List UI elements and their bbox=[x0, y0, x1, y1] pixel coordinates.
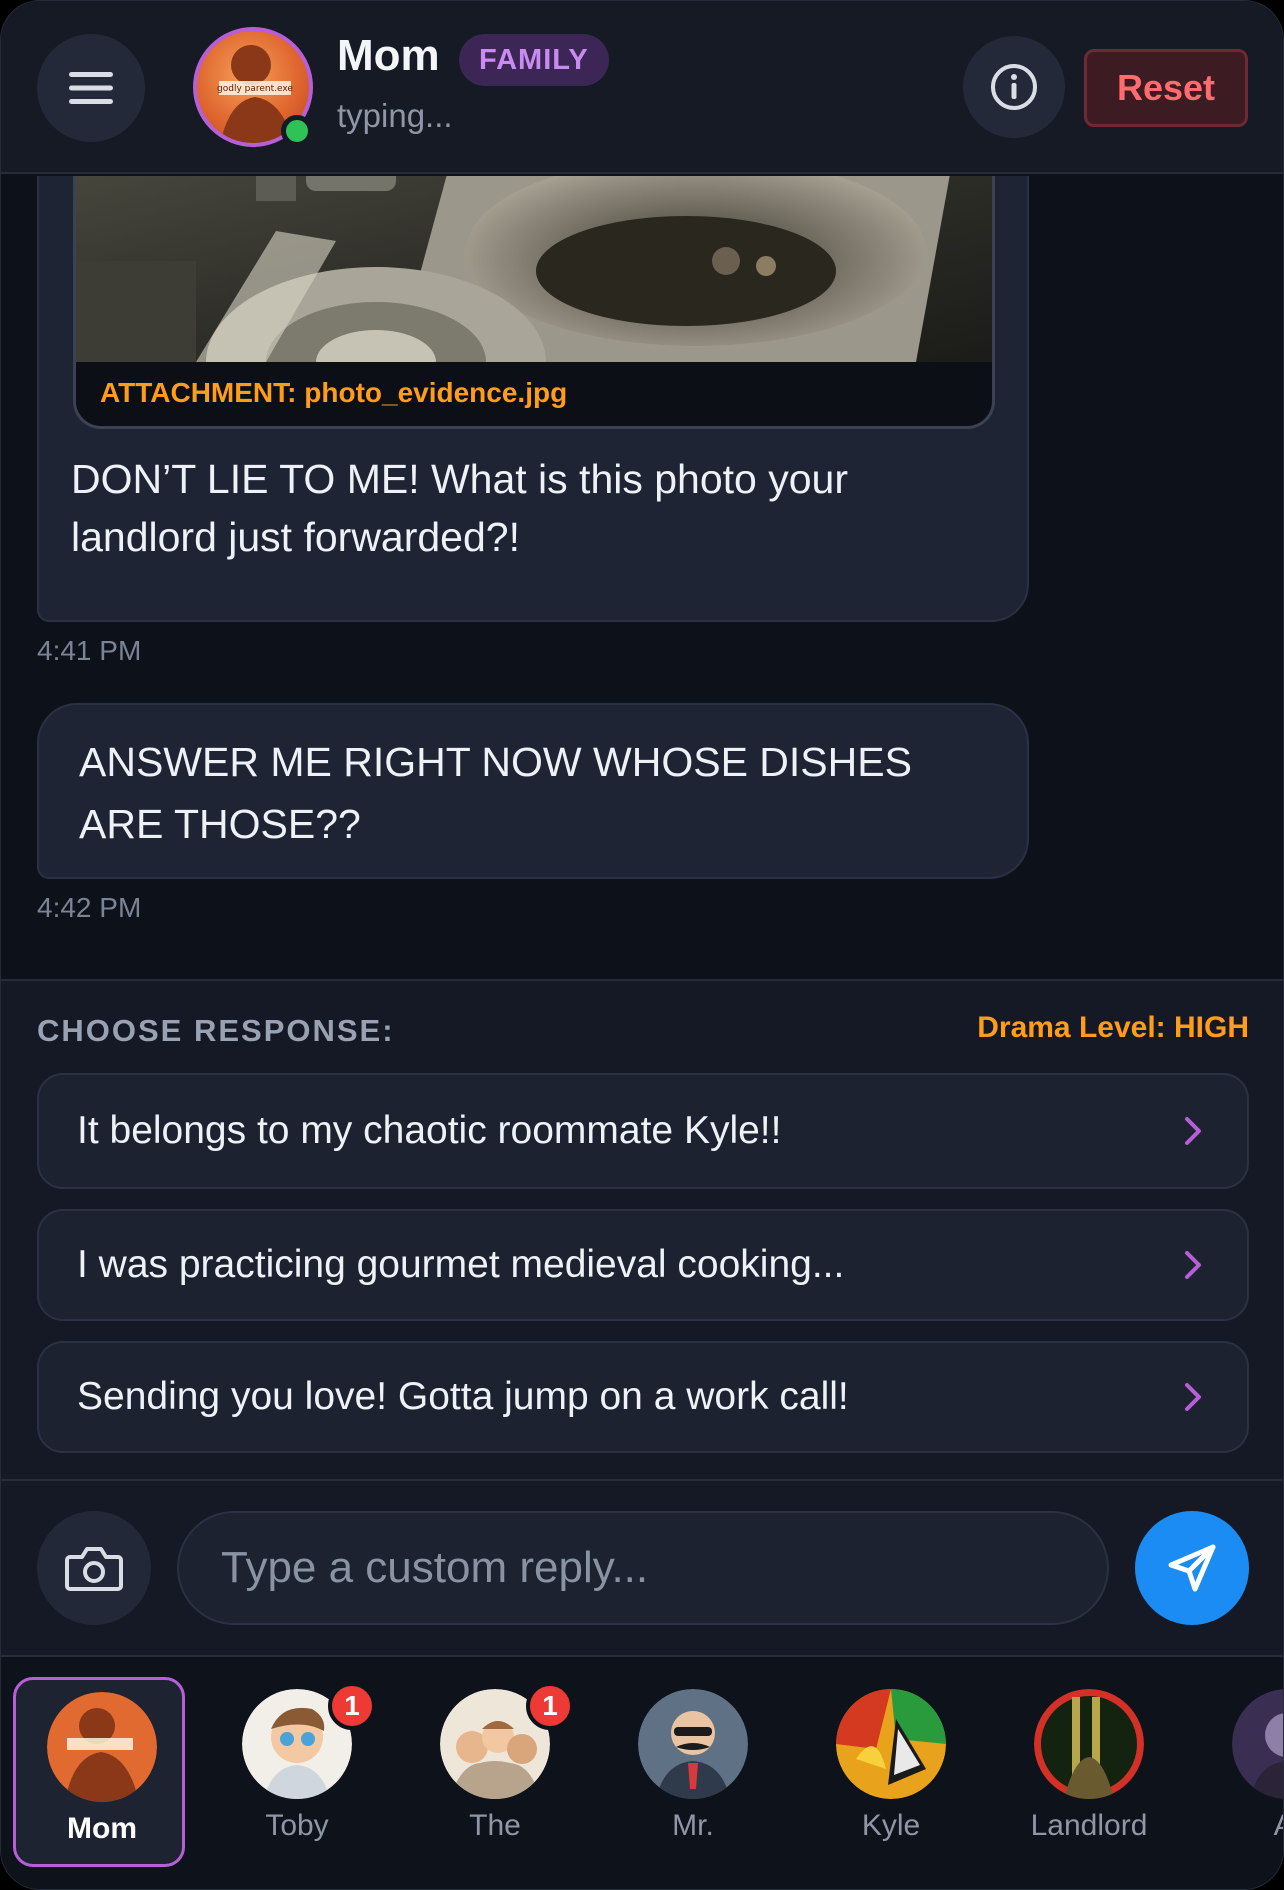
camera-icon bbox=[65, 1547, 123, 1591]
chevron-right-icon bbox=[1185, 1117, 1201, 1145]
unread-badge: 1 bbox=[526, 1682, 574, 1730]
hamburger-icon bbox=[69, 72, 113, 104]
contact-label: The bbox=[469, 1809, 521, 1842]
avatar bbox=[1232, 1689, 1283, 1799]
camera-button[interactable] bbox=[37, 1511, 151, 1625]
relationship-tag: FAMILY bbox=[459, 34, 609, 86]
chooser-title: CHOOSE RESPONSE: bbox=[37, 1013, 395, 1048]
avatar bbox=[47, 1692, 157, 1802]
contact-al[interactable]: Al bbox=[1201, 1677, 1283, 1867]
send-icon bbox=[1168, 1544, 1216, 1592]
contact-label: Mom bbox=[67, 1812, 137, 1845]
message-timestamp: 4:42 PM bbox=[37, 892, 142, 923]
contact-kyle[interactable]: Kyle bbox=[805, 1677, 977, 1867]
drama-level: Drama Level: HIGH bbox=[977, 1011, 1249, 1044]
chevron-right-icon bbox=[1185, 1383, 1201, 1411]
composer-bar bbox=[1, 1479, 1283, 1657]
contact-switcher[interactable]: Mom 1 Toby 1 The Mr. Kyle Landlord bbox=[1, 1657, 1283, 1889]
chat-app-screen: godly parent.exe Mom FAMILY typing... Re… bbox=[0, 0, 1284, 1890]
info-icon bbox=[991, 64, 1037, 110]
contact-label: Kyle bbox=[861, 1809, 921, 1842]
avatar bbox=[836, 1689, 946, 1799]
response-option[interactable]: It belongs to my chaotic roommate Kyle!! bbox=[37, 1073, 1249, 1189]
contact-name: Mom bbox=[337, 31, 440, 80]
incoming-message: ATTACHMENT: photo_evidence.jpg DON’T LIE… bbox=[37, 176, 1029, 622]
typing-status: typing... bbox=[337, 97, 453, 134]
send-button[interactable] bbox=[1135, 1511, 1249, 1625]
contact-toby[interactable]: 1 Toby bbox=[211, 1677, 383, 1867]
response-chooser: CHOOSE RESPONSE: Drama Level: HIGH It be… bbox=[1, 979, 1283, 1479]
message-text: ANSWER ME RIGHT NOW WHOSE DISHES ARE THO… bbox=[79, 739, 912, 847]
menu-button[interactable] bbox=[37, 34, 145, 142]
chevron-right-icon bbox=[1185, 1251, 1201, 1279]
online-status-dot bbox=[281, 115, 313, 147]
contact-label: Toby bbox=[265, 1809, 329, 1842]
message-text: DON’T LIE TO ME! What is this photo your… bbox=[71, 456, 848, 560]
avatar bbox=[1034, 1689, 1144, 1799]
contact-label: Landlord bbox=[1030, 1809, 1148, 1842]
message-timestamp: 4:41 PM bbox=[37, 635, 142, 666]
unread-badge: 1 bbox=[328, 1682, 376, 1730]
attachment-photo bbox=[76, 176, 992, 362]
avatar-caption: godly parent.exe bbox=[217, 84, 293, 94]
contact-mom[interactable]: Mom bbox=[13, 1677, 185, 1867]
incoming-message: ANSWER ME RIGHT NOW WHOSE DISHES ARE THO… bbox=[37, 703, 1029, 879]
contact-label: Al bbox=[1201, 1809, 1283, 1843]
info-button[interactable] bbox=[963, 36, 1065, 138]
chat-header: godly parent.exe Mom FAMILY typing... Re… bbox=[1, 1, 1283, 174]
contact-landlord[interactable]: Landlord bbox=[1003, 1677, 1175, 1867]
attachment-label: ATTACHMENT: photo_evidence.jpg bbox=[100, 377, 568, 408]
response-option[interactable]: Sending you love! Gotta jump on a work c… bbox=[37, 1341, 1249, 1453]
response-option-label: I was practicing gourmet medieval cookin… bbox=[77, 1243, 845, 1286]
contact-the[interactable]: 1 The bbox=[409, 1677, 581, 1867]
avatar bbox=[638, 1689, 748, 1799]
reset-button[interactable]: Reset bbox=[1084, 49, 1248, 127]
message-list[interactable]: ATTACHMENT: photo_evidence.jpg DON’T LIE… bbox=[1, 176, 1283, 979]
response-option-label: It belongs to my chaotic roommate Kyle!! bbox=[77, 1109, 782, 1152]
contact-mr[interactable]: Mr. bbox=[607, 1677, 779, 1867]
contact-label: Mr. bbox=[672, 1809, 714, 1842]
custom-reply-input[interactable] bbox=[177, 1511, 1109, 1625]
response-option-label: Sending you love! Gotta jump on a work c… bbox=[77, 1375, 849, 1418]
response-option[interactable]: I was practicing gourmet medieval cookin… bbox=[37, 1209, 1249, 1321]
photo-attachment[interactable]: ATTACHMENT: photo_evidence.jpg bbox=[73, 176, 995, 429]
